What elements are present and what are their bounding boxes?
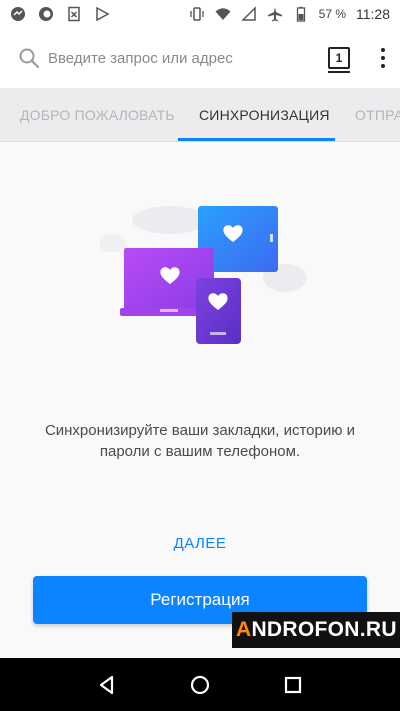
status-bar: 57 % 11:28 [0, 0, 400, 28]
sync-description: Синхронизируйте ваши закладки, историю и… [44, 422, 356, 460]
browser-toolbar: 1 [0, 28, 400, 88]
clock: 11:28 [356, 6, 390, 22]
overflow-menu-icon[interactable] [380, 48, 386, 68]
url-search-input[interactable] [48, 49, 318, 67]
back-triangle-icon [99, 675, 113, 694]
airplane-icon [267, 6, 283, 22]
status-left [10, 6, 110, 22]
tab-label: СИНХРОНИЗАЦИЯ [199, 107, 330, 123]
home-button[interactable] [188, 673, 212, 697]
recents-button[interactable] [281, 673, 305, 697]
tab-count: 1 [335, 51, 343, 65]
play-store-icon [94, 6, 110, 22]
search-icon[interactable] [18, 47, 40, 69]
back-button[interactable] [95, 673, 119, 697]
messenger-icon [10, 6, 26, 22]
recents-square-icon [285, 676, 302, 693]
home-circle-icon [190, 675, 210, 694]
tab-label: ОТПРА [355, 107, 400, 123]
file-icon [66, 6, 82, 22]
tab-welcome[interactable]: ДОБРО ПОЖАЛОВАТЬ [20, 88, 175, 141]
watermark-letter: A [236, 618, 252, 641]
no-sim-icon [240, 6, 257, 22]
onboarding-tab-strip: ДОБРО ПОЖАЛОВАТЬ СИНХРОНИЗАЦИЯ ОТПРА [0, 88, 400, 142]
tab-label: ДОБРО ПОЖАЛОВАТЬ [20, 107, 175, 123]
tabs-counter-button[interactable]: 1 [328, 47, 350, 73]
firefox-icon [38, 6, 54, 22]
sync-devices-illustration [98, 198, 310, 348]
site-watermark: A NDROFON.RU [232, 612, 400, 648]
watermark-text: NDROFON.RU [251, 618, 397, 641]
battery-percent: 57 % [318, 7, 346, 21]
wifi-icon [215, 6, 231, 22]
system-navigation-bar [0, 658, 400, 711]
status-right: 57 % 11:28 [189, 6, 390, 22]
next-button[interactable]: ДАЛЕЕ [150, 535, 250, 552]
active-tab-indicator [178, 138, 335, 141]
battery-icon [293, 6, 309, 22]
tab-sync[interactable]: СИНХРОНИЗАЦИЯ [199, 88, 330, 141]
vibrate-icon [189, 6, 205, 22]
tab-send[interactable]: ОТПРА [355, 88, 400, 141]
